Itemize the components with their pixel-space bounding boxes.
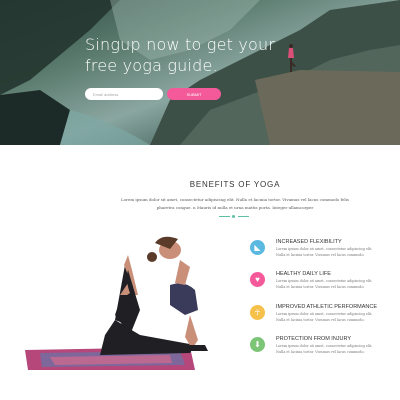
benefits-intro-text: Lorem ipsum dolor sit amet, consectetur … — [121, 197, 349, 210]
hero-section: Singup now to get your free yoga guide. … — [0, 0, 400, 145]
benefits-heading: BENEFITS OF YOGA — [189, 180, 281, 189]
benefit-text: Lorem ipsum dolor sit amet, consectetur … — [276, 279, 373, 289]
flexibility-icon: ◣ — [250, 240, 265, 255]
benefit-title: INCREASED FLEXIBILITY — [276, 239, 342, 245]
benefit-title: PROTECTION FROM INJURY — [276, 336, 352, 342]
benefit-title: HEALTHY DAILY LIFE — [276, 271, 331, 277]
heart-icon: ♥ — [250, 272, 265, 287]
benefit-title: IMPROVED ATHLETIC PERFORMANCE — [276, 304, 378, 310]
benefit-text: Lorem ipsum dolor sit amet, consectetur … — [276, 247, 373, 257]
benefit-text: Lorem ipsum dolor sit amet, consectetur … — [276, 312, 373, 322]
benefit-text: Lorem ipsum dolor sit amet, consectetur … — [276, 344, 373, 354]
email-input[interactable] — [85, 88, 163, 100]
hero-heading: Singup now to get your free yoga guide. — [85, 35, 276, 75]
yoga-pose-image — [25, 236, 208, 370]
section-divider-right — [238, 216, 249, 217]
section-divider-dot — [232, 215, 235, 218]
submit-button[interactable]: SUBMIT — [167, 88, 221, 100]
section-divider-left — [219, 216, 230, 217]
down-arrow-icon: ⬇ — [250, 337, 265, 352]
meditation-icon: ☥ — [250, 305, 265, 320]
